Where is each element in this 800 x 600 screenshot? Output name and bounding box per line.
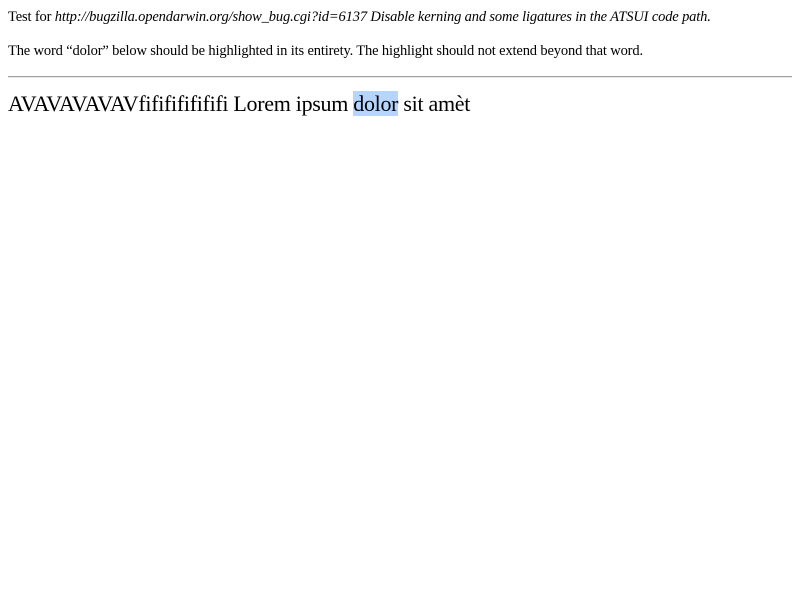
test-intro: Test for http://bugzilla.opendarwin.org/…	[8, 8, 792, 26]
horizontal-rule	[8, 76, 792, 78]
test-description: The word “dolor” below should be highlig…	[8, 43, 643, 59]
highlighted-word[interactable]: dolor	[353, 91, 399, 116]
sample-text-line: AVAVAVAVAVfififififififi Lorem ipsum dol…	[8, 90, 792, 118]
bug-reference: http://bugzilla.opendarwin.org/show_bug.…	[54, 9, 711, 25]
intro-prefix: Test for	[8, 9, 55, 25]
sample-text-after: sit amèt	[398, 91, 471, 116]
sample-text-before: AVAVAVAVAVfififififififi Lorem ipsum	[8, 91, 354, 116]
page: Test for http://bugzilla.opendarwin.org/…	[0, 0, 800, 118]
